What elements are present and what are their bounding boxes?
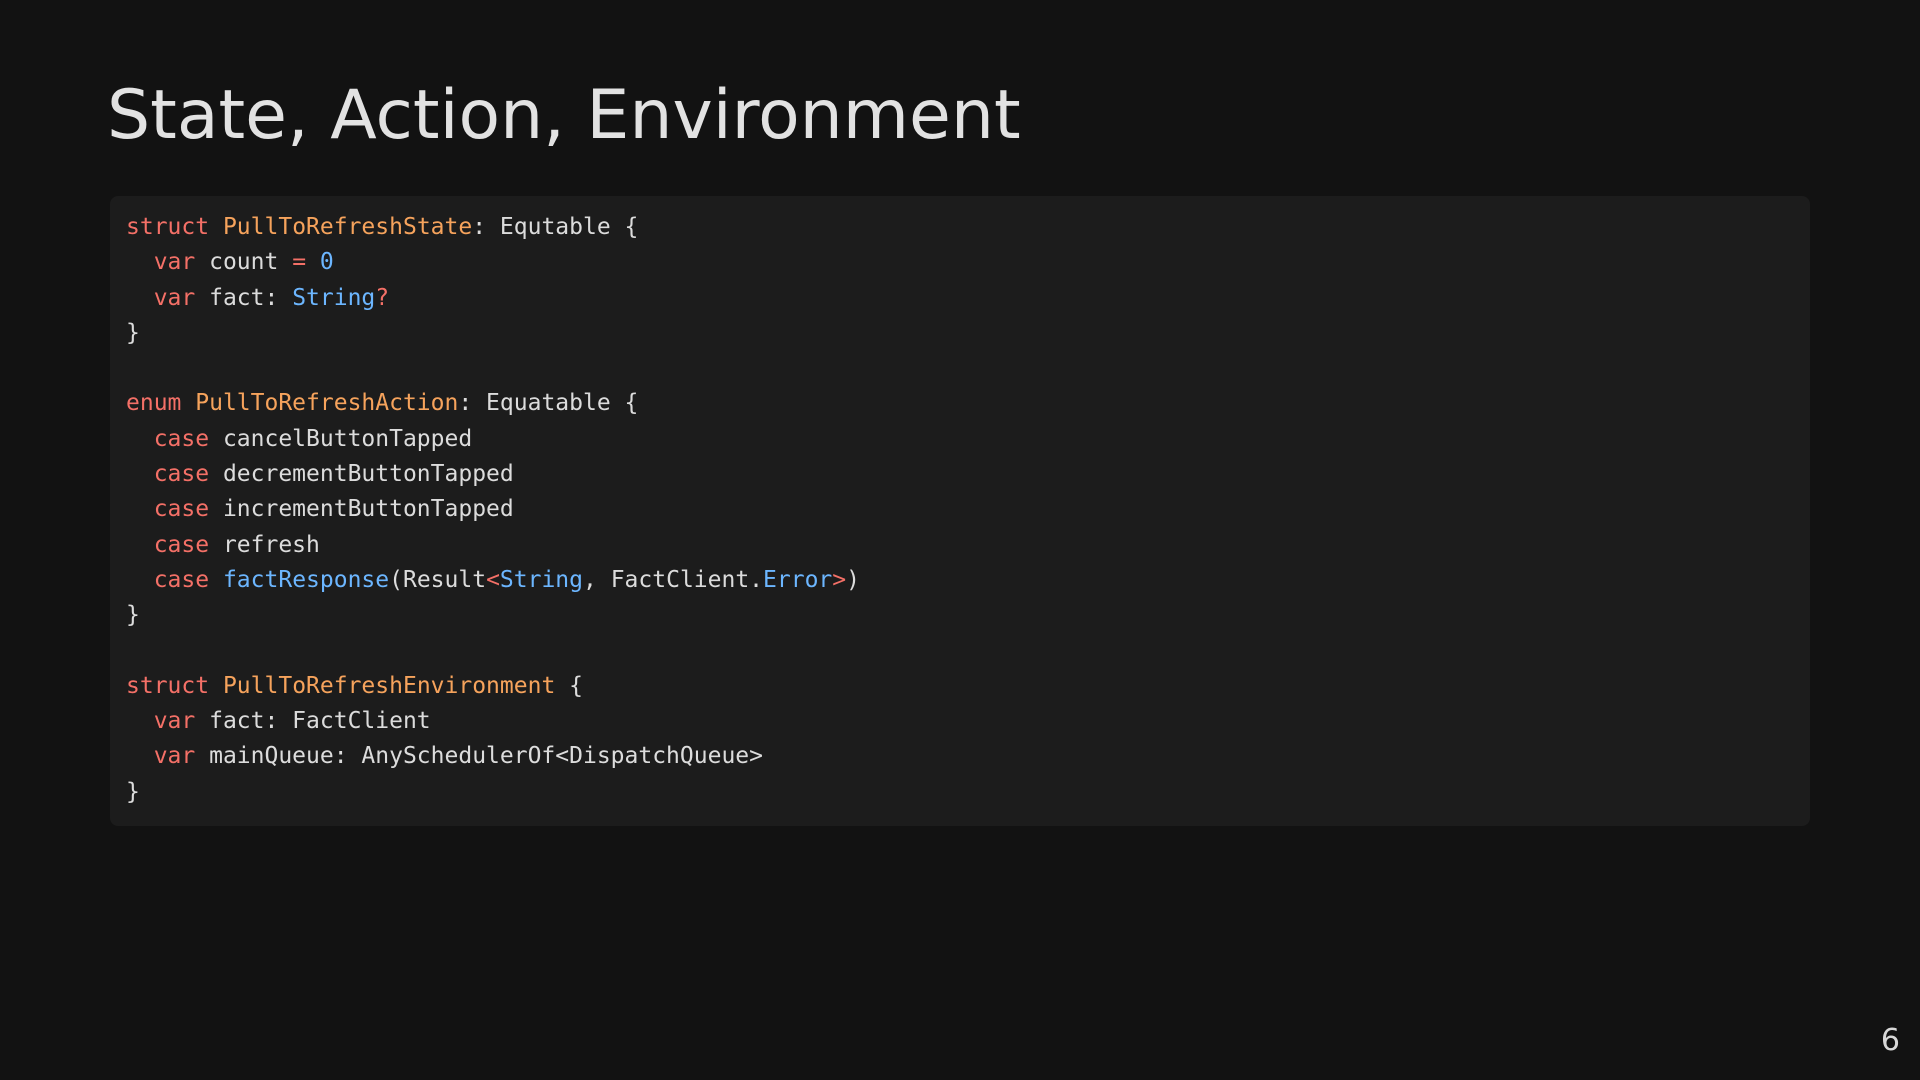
code-token-code-text: : Equtable { [472, 214, 639, 240]
code-token-code-text [126, 426, 154, 452]
code-token-code-text [209, 214, 223, 240]
code-token-code-text: (Result [389, 566, 487, 593]
code-token-code-text: fact: [195, 284, 293, 311]
code-token-keyword: case [153, 425, 210, 452]
code-token-operator: = [292, 249, 307, 276]
code-line: struct PullToRefreshState: Equtable { [126, 210, 1794, 245]
code-token-code-text [209, 567, 223, 593]
code-block: struct PullToRefreshState: Equtable { va… [110, 196, 1810, 826]
code-token-keyword: var [153, 249, 196, 276]
code-token-code-text: ) [846, 566, 860, 593]
code-token-keyword: struct [126, 672, 210, 699]
code-token-code-text [126, 285, 154, 311]
code-token-code-text: { [555, 672, 583, 699]
code-token-code-text: , FactClient. [583, 566, 764, 593]
slide-title: State, Action, Environment [107, 76, 1021, 155]
code-token-operator: ? [375, 284, 390, 311]
code-token-code-text [306, 249, 320, 275]
code-line: enum PullToRefreshAction: Equatable { [126, 386, 1794, 421]
code-token-code-text: } [126, 602, 140, 629]
code-token-code-text [126, 567, 154, 593]
code-token-keyword: case [153, 566, 210, 593]
code-token-keyword: enum [126, 390, 182, 417]
code-token-type-name: PullToRefreshEnvironment [222, 672, 556, 699]
code-token-code-text [126, 708, 154, 734]
code-token-code-text [126, 532, 154, 558]
code-token-code-text [126, 249, 154, 275]
code-token-keyword: struct [126, 214, 210, 240]
code-token-code-text: cancelButtonTapped [209, 425, 473, 452]
code-token-code-text: fact: FactClient [195, 708, 431, 735]
code-token-number-literal: 0 [319, 249, 334, 276]
code-line: } [126, 598, 1794, 633]
code-line: var count = 0 [126, 245, 1794, 280]
code-token-code-text: refresh [209, 531, 320, 558]
code-token-code-text [209, 673, 223, 699]
code-token-keyword: case [153, 531, 210, 558]
code-line: case refresh [126, 528, 1794, 563]
code-token-code-text: : Equatable { [458, 390, 639, 417]
code-token-operator: < [486, 566, 500, 593]
code-line: case factResponse(Result<String, FactCli… [126, 563, 1794, 598]
code-line: case incrementButtonTapped [126, 492, 1794, 527]
code-token-builtin-type: Error [763, 566, 833, 593]
code-line: var mainQueue: AnySchedulerOf<DispatchQu… [126, 739, 1794, 774]
code-token-keyword: var [153, 284, 196, 311]
code-token-builtin-type: String [292, 284, 376, 311]
code-token-keyword: var [153, 743, 196, 770]
code-line: } [126, 316, 1794, 351]
code-line: case cancelButtonTapped [126, 422, 1794, 457]
code-token-code-text: decrementButtonTapped [209, 461, 514, 488]
code-token-code-text [126, 743, 154, 769]
code-token-builtin-type: String [499, 566, 584, 593]
code-token-code-text: mainQueue: AnySchedulerOf<DispatchQueue> [195, 743, 763, 770]
code-line: } [126, 775, 1794, 810]
code-token-operator: > [832, 566, 847, 593]
code-line: var fact: FactClient [126, 704, 1794, 739]
code-token-code-text [126, 461, 154, 487]
code-token-code-text [126, 496, 154, 522]
code-line: struct PullToRefreshEnvironment { [126, 669, 1794, 704]
code-token-keyword: case [153, 461, 210, 488]
code-token-type-name: PullToRefreshState [222, 214, 473, 240]
code-token-type-name: PullToRefreshAction [195, 390, 459, 417]
code-token-keyword: var [153, 708, 196, 735]
code-line: case decrementButtonTapped [126, 457, 1794, 492]
code-token-function-name: factResponse [222, 566, 390, 593]
code-token-code-text: incrementButtonTapped [209, 496, 514, 523]
code-token-code-text: count [195, 249, 293, 276]
page-number: 6 [1880, 1023, 1900, 1058]
code-token-code-text: } [126, 778, 140, 805]
code-token-code-text: } [126, 319, 140, 346]
code-line: var fact: String? [126, 281, 1794, 316]
code-token-keyword: case [153, 496, 210, 523]
code-token-code-text [181, 390, 195, 416]
